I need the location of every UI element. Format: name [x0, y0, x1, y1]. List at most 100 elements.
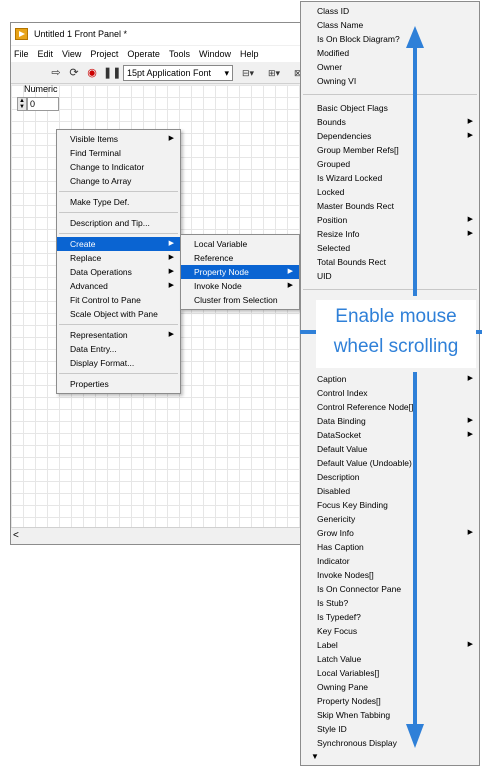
menu-item-change-to-array[interactable]: Change to Array: [57, 174, 180, 188]
property-selected[interactable]: Selected: [301, 241, 479, 255]
property-total-bounds-rect[interactable]: Total Bounds Rect: [301, 255, 479, 269]
menu-operate[interactable]: Operate: [127, 49, 160, 59]
create-item-invoke-node[interactable]: Invoke Node ▶: [181, 279, 299, 293]
menu-item-label: Class ID: [317, 6, 350, 16]
menu-item-label: Key Focus: [317, 626, 358, 636]
menu-item-label: Total Bounds Rect: [317, 257, 386, 267]
menu-item-create[interactable]: Create ▶: [57, 237, 180, 251]
scroll-left-arrow[interactable]: <: [13, 530, 19, 541]
menu-project[interactable]: Project: [90, 49, 118, 59]
distribute-objects-icon[interactable]: ⊞▾: [263, 66, 285, 80]
list-scroll-down-icon[interactable]: ▼: [311, 752, 319, 761]
menu-item-properties[interactable]: Properties: [57, 377, 180, 391]
menu-item-label: Is On Connector Pane: [317, 584, 402, 594]
create-item-cluster-from-selection[interactable]: Cluster from Selection: [181, 293, 299, 307]
property-default-value-undoable[interactable]: Default Value (Undoable): [301, 456, 479, 470]
property-grow-info[interactable]: Grow Info ▶: [301, 526, 479, 540]
property-locked[interactable]: Locked: [301, 185, 479, 199]
property-position[interactable]: Position ▶: [301, 213, 479, 227]
property-control-reference-node[interactable]: Control Reference Node[]: [301, 400, 479, 414]
property-style-id[interactable]: Style ID: [301, 722, 479, 736]
property-class-name[interactable]: Class Name: [301, 18, 479, 32]
run-continuously-icon[interactable]: ⟳: [67, 66, 81, 80]
property-basic-object-flags[interactable]: Basic Object Flags: [301, 101, 479, 115]
labview-app-icon: [15, 28, 28, 40]
property-latch-value[interactable]: Latch Value: [301, 652, 479, 666]
menu-item-label: Grouped: [317, 159, 351, 169]
run-arrow-icon[interactable]: ⇨: [49, 66, 63, 80]
pause-icon[interactable]: ❚❚: [103, 66, 121, 80]
property-owner[interactable]: Owner: [301, 60, 479, 74]
menu-item-advanced[interactable]: Advanced ▶: [57, 279, 180, 293]
property-key-focus[interactable]: Key Focus: [301, 624, 479, 638]
property-label[interactable]: Label ▶: [301, 638, 479, 652]
property-property-nodes[interactable]: Property Nodes[]: [301, 694, 479, 708]
property-modified[interactable]: Modified: [301, 46, 479, 60]
menu-item-replace[interactable]: Replace ▶: [57, 251, 180, 265]
property-is-stub[interactable]: Is Stub?: [301, 596, 479, 610]
property-is-on-connector-pane[interactable]: Is On Connector Pane: [301, 582, 479, 596]
property-dependencies[interactable]: Dependencies ▶: [301, 129, 479, 143]
property-indicator[interactable]: Indicator: [301, 554, 479, 568]
horizontal-scrollbar[interactable]: <: [11, 527, 349, 544]
property-disabled[interactable]: Disabled: [301, 484, 479, 498]
property-default-value[interactable]: Default Value: [301, 442, 479, 456]
menu-item-label: Owning VI: [317, 76, 357, 86]
menu-item-data-operations[interactable]: Data Operations ▶: [57, 265, 180, 279]
align-objects-icon[interactable]: ⊟▾: [237, 66, 259, 80]
create-item-property-node[interactable]: Property Node ▶: [181, 265, 299, 279]
menu-tools[interactable]: Tools: [169, 49, 190, 59]
create-item-reference[interactable]: Reference: [181, 251, 299, 265]
menu-file[interactable]: File: [14, 49, 29, 59]
menu-item-visible-items[interactable]: Visible Items ▶: [57, 132, 180, 146]
menu-item-label: Is Typedef?: [317, 612, 361, 622]
property-uid[interactable]: UID: [301, 269, 479, 283]
property-local-variables[interactable]: Local Variables[]: [301, 666, 479, 680]
property-bounds[interactable]: Bounds ▶: [301, 115, 479, 129]
numeric-value[interactable]: 0: [27, 97, 59, 111]
menu-item-make-type-def[interactable]: Make Type Def.: [57, 195, 180, 209]
property-class-id[interactable]: Class ID: [301, 4, 479, 18]
submenu-arrow-icon: ▶: [467, 216, 473, 223]
menu-item-label: Invoke Node: [194, 281, 242, 291]
increment-decrement-icon[interactable]: ▲ ▼: [17, 97, 27, 111]
property-caption[interactable]: Caption ▶: [301, 372, 479, 386]
menu-item-change-to-indicator[interactable]: Change to Indicator: [57, 160, 180, 174]
property-skip-when-tabbing[interactable]: Skip When Tabbing: [301, 708, 479, 722]
abort-icon[interactable]: ◉: [85, 66, 99, 80]
property-is-on-block-diagram[interactable]: Is On Block Diagram?: [301, 32, 479, 46]
menu-item-fit-control-to-pane[interactable]: Fit Control to Pane: [57, 293, 180, 307]
menu-item-data-entry[interactable]: Data Entry...: [57, 342, 180, 356]
property-owning-vi[interactable]: Owning VI: [301, 74, 479, 88]
menu-help[interactable]: Help: [240, 49, 259, 59]
menu-item-scale-object-with-pane[interactable]: Scale Object with Pane: [57, 307, 180, 321]
property-group-member-refs[interactable]: Group Member Refs[]: [301, 143, 479, 157]
create-item-local-variable[interactable]: Local Variable: [181, 237, 299, 251]
property-resize-info[interactable]: Resize Info ▶: [301, 227, 479, 241]
menu-window[interactable]: Window: [199, 49, 231, 59]
property-data-binding[interactable]: Data Binding ▶: [301, 414, 479, 428]
property-owning-pane[interactable]: Owning Pane: [301, 680, 479, 694]
property-datasocket[interactable]: DataSocket ▶: [301, 428, 479, 442]
menu-item-label: Find Terminal: [70, 148, 121, 158]
property-description[interactable]: Description: [301, 470, 479, 484]
property-control-index[interactable]: Control Index: [301, 386, 479, 400]
property-is-typedef[interactable]: Is Typedef?: [301, 610, 479, 624]
menu-item-label: Is On Block Diagram?: [317, 34, 400, 44]
property-has-caption[interactable]: Has Caption: [301, 540, 479, 554]
menu-edit[interactable]: Edit: [38, 49, 54, 59]
property-focus-key-binding[interactable]: Focus Key Binding: [301, 498, 479, 512]
property-is-wizard-locked[interactable]: Is Wizard Locked: [301, 171, 479, 185]
menu-item-representation[interactable]: Representation ▶: [57, 328, 180, 342]
property-master-bounds-rect[interactable]: Master Bounds Rect: [301, 199, 479, 213]
menu-item-display-format[interactable]: Display Format...: [57, 356, 180, 370]
property-grouped[interactable]: Grouped: [301, 157, 479, 171]
property-invoke-nodes[interactable]: Invoke Nodes[]: [301, 568, 479, 582]
property-genericity[interactable]: Genericity: [301, 512, 479, 526]
menu-view[interactable]: View: [62, 49, 81, 59]
font-select[interactable]: 15pt Application Font: [123, 64, 233, 81]
property-synchronous-display[interactable]: Synchronous Display: [301, 736, 479, 750]
menu-item-find-terminal[interactable]: Find Terminal: [57, 146, 180, 160]
menu-item-description-and-tip[interactable]: Description and Tip...: [57, 216, 180, 230]
numeric-control[interactable]: ▲ ▼ 0: [17, 97, 59, 111]
